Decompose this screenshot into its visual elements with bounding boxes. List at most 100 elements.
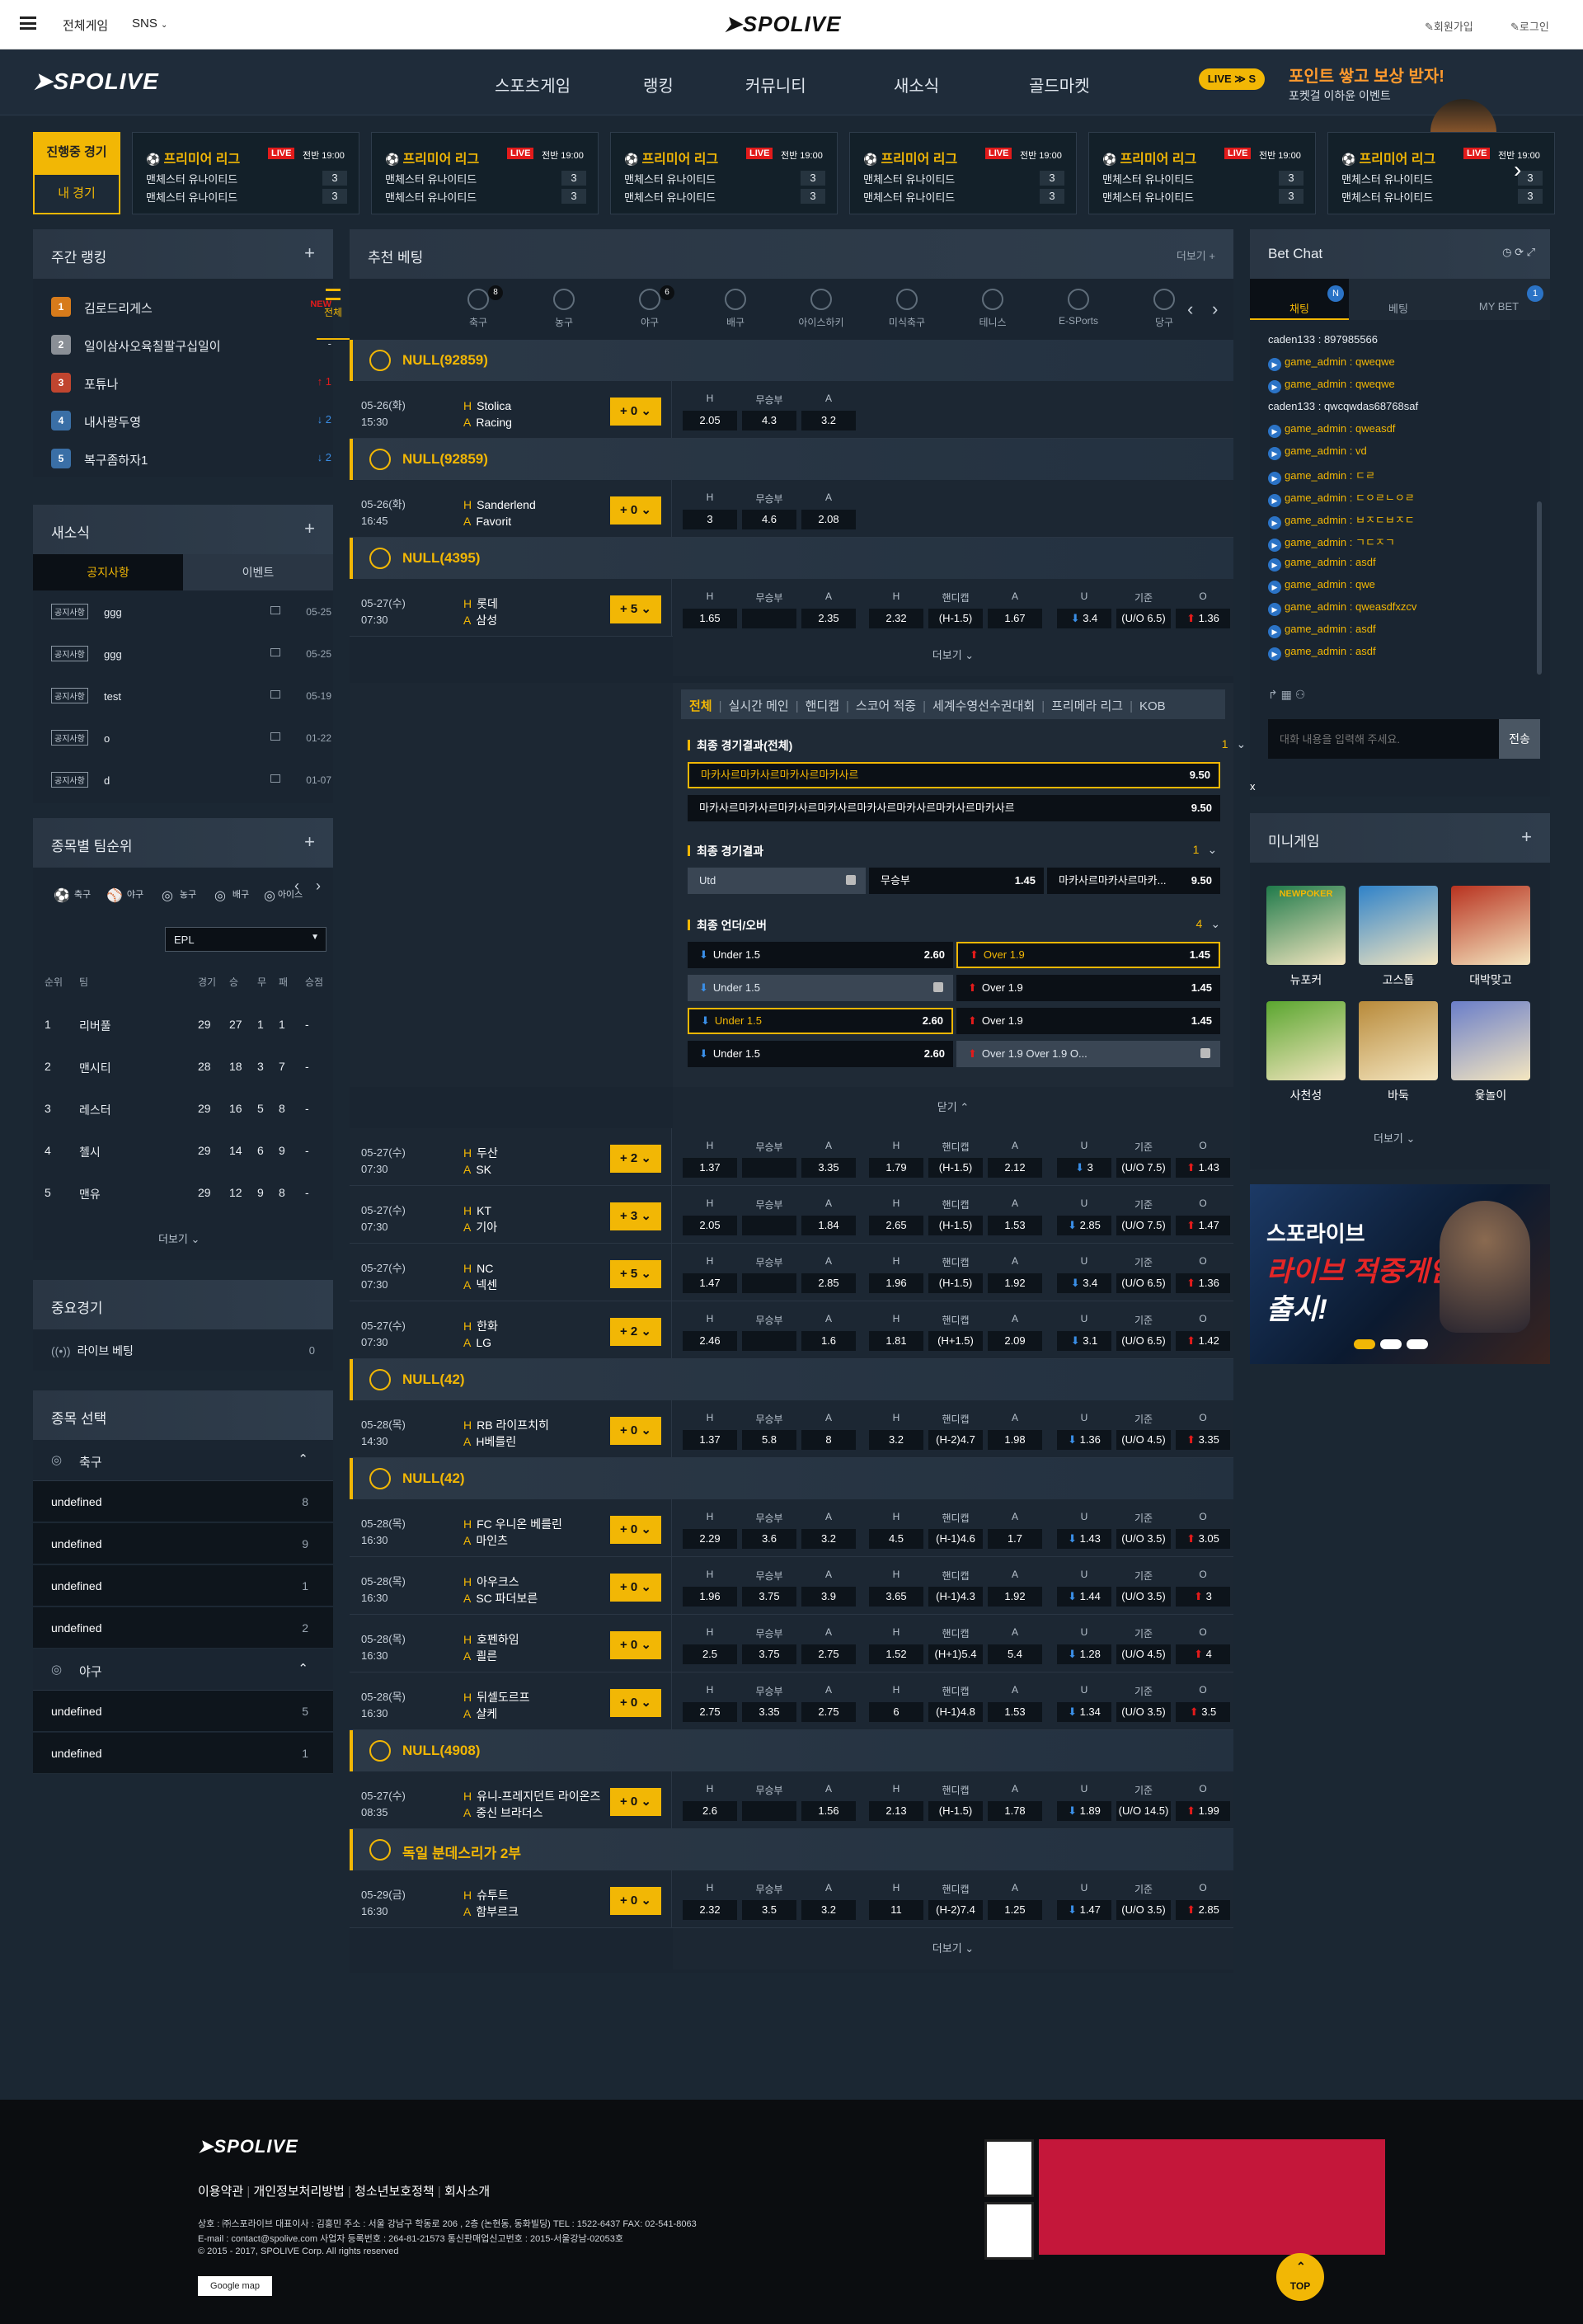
odds-cell[interactable]: 2.13: [869, 1801, 923, 1821]
all-games-link[interactable]: 전체게임: [63, 16, 108, 34]
over-option[interactable]: ⬆ Over 1.9 1.45: [956, 1008, 1220, 1034]
market-tab[interactable]: 전체: [689, 699, 712, 713]
live-pill-badge[interactable]: LIVE ≫ S: [1199, 68, 1265, 90]
tab-chat[interactable]: 채팅 N: [1250, 279, 1349, 320]
more-markets-button[interactable]: + 0 ⌄: [610, 1417, 661, 1445]
odds-cell[interactable]: 3.2: [801, 1529, 856, 1549]
plus-icon[interactable]: +: [1521, 826, 1532, 848]
footer-about-link[interactable]: 회사소개: [444, 2185, 490, 2199]
live-betting-link[interactable]: ((•)) 라이브 베팅: [51, 1343, 134, 1359]
live-match-card[interactable]: 프리미어 리그LIVE전반 19:00맨체스터 유나이티드3맨체스터 유나이티드…: [1088, 132, 1316, 214]
baseball-group[interactable]: ◎ 야구 ⌃: [33, 1649, 333, 1691]
news-row[interactable]: 공지사항 ggg 05-25: [51, 642, 331, 666]
mini-game-tile[interactable]: NEWPOKER 뉴포커: [1266, 886, 1346, 988]
odds-cell[interactable]: ⬇ 1.89: [1057, 1801, 1111, 1821]
news-row[interactable]: 공지사항 ggg 05-25: [51, 600, 331, 623]
odds-cell[interactable]: 1.52: [869, 1644, 923, 1664]
league-item[interactable]: undefined 1: [33, 1565, 333, 1607]
odds-cell[interactable]: 6: [869, 1702, 923, 1722]
nav-logo[interactable]: ➤SPOLIVE: [33, 68, 159, 95]
odds-cell[interactable]: ⬆ 3.35: [1176, 1430, 1230, 1450]
market-section-title[interactable]: 최종 경기결과(전체) 1 ⌄: [688, 737, 1246, 754]
plus-icon[interactable]: +: [304, 242, 315, 264]
banner-dot-3[interactable]: [1407, 1339, 1428, 1349]
market-section-title[interactable]: 최종 경기결과 1 ⌄: [688, 843, 1217, 859]
odds-cell[interactable]: ⬇ 3.4: [1057, 1273, 1111, 1293]
mini-game-tile[interactable]: 사천성: [1266, 1001, 1346, 1103]
odds-cell[interactable]: 2.05: [683, 1216, 737, 1235]
mini-more-link[interactable]: 더보기 ⌄: [1374, 1130, 1415, 1146]
odds-cell[interactable]: ⬇ 1.44: [1057, 1587, 1111, 1607]
sport-tab[interactable]: 전체: [317, 280, 350, 340]
odds-cell[interactable]: 4.6: [742, 510, 796, 529]
soccer-group[interactable]: ◎ 축구 ⌃: [33, 1440, 333, 1481]
odds-cell[interactable]: ⬇ 3: [1057, 1158, 1111, 1178]
odds-cell[interactable]: 3.9: [801, 1587, 856, 1607]
recommended-more-link[interactable]: 더보기 +: [1177, 247, 1215, 263]
nav-gold-market[interactable]: 골드마켓: [1029, 73, 1090, 96]
odds-cell[interactable]: 8: [801, 1430, 856, 1450]
odds-cell[interactable]: 4.3: [742, 411, 796, 430]
chat-control-icons[interactable]: ◷ ⟳ ⤢: [1502, 246, 1535, 259]
plus-icon[interactable]: +: [304, 831, 315, 853]
result-option[interactable]: 마카사르마카사르마카사르마카사르 9.50: [688, 762, 1220, 788]
result-option[interactable]: 마카사르마카사르마카사르마카사르마카사르마카사르마카사르마카사르 9.50: [688, 795, 1220, 821]
league-item[interactable]: undefined 8: [33, 1481, 333, 1522]
footer-logo[interactable]: ➤SPOLIVE: [198, 2136, 298, 2157]
odds-cell[interactable]: 5.8: [742, 1430, 796, 1450]
odds-cell[interactable]: 11: [869, 1900, 923, 1920]
odds-cell[interactable]: 1.96: [683, 1587, 737, 1607]
odds-cell[interactable]: ⬆ 1.43: [1176, 1158, 1230, 1178]
league-item[interactable]: undefined 9: [33, 1523, 333, 1564]
odds-cell[interactable]: 2.08: [801, 510, 856, 529]
market-section-title[interactable]: 최종 언더/오버 4 ⌄: [688, 917, 1220, 934]
odds-cell[interactable]: [742, 1801, 796, 1821]
live-match-card[interactable]: 프리미어 리그LIVE전반 19:00맨체스터 유나이티드3맨체스터 유나이티드…: [132, 132, 359, 214]
league-item[interactable]: undefined 2: [33, 1607, 333, 1649]
market-tab[interactable]: 프리메라 리그: [1051, 699, 1123, 713]
more-markets-button[interactable]: + 5 ⌄: [610, 595, 661, 623]
nav-sports-game[interactable]: 스포츠게임: [495, 73, 571, 96]
league-item[interactable]: undefined 5: [33, 1691, 333, 1732]
odds-cell[interactable]: 2.05: [683, 411, 737, 430]
odds-cell[interactable]: [742, 1273, 796, 1293]
market-tab[interactable]: 세계수영선수권대회: [932, 699, 1035, 713]
slider-next-icon[interactable]: ›: [1514, 157, 1521, 183]
under-option[interactable]: ⬇ Under 1.5 2.60: [688, 942, 953, 968]
odds-cell[interactable]: 3.2: [869, 1430, 923, 1450]
news-row[interactable]: 공지사항 o 01-22: [51, 727, 331, 750]
odds-cell[interactable]: 1.78: [988, 1801, 1042, 1821]
market-tab[interactable]: 스코어 적중: [856, 699, 916, 713]
odds-cell[interactable]: ⬇ 3.1: [1057, 1331, 1111, 1351]
odds-cell[interactable]: [742, 1216, 796, 1235]
under-option[interactable]: ⬇ Under 1.5 2.60: [688, 1008, 953, 1034]
odds-cell[interactable]: 2.6: [683, 1801, 737, 1821]
more-markets-button[interactable]: + 0 ⌄: [610, 1689, 661, 1717]
market-tab[interactable]: KOB: [1139, 699, 1166, 713]
more-markets-button[interactable]: + 5 ⌄: [610, 1260, 661, 1288]
banner-dot-2[interactable]: [1380, 1339, 1402, 1349]
under-option[interactable]: ⬇ Under 1.5: [688, 975, 953, 1001]
odds-cell[interactable]: 1.79: [869, 1158, 923, 1178]
banner-dot-1[interactable]: [1354, 1339, 1375, 1349]
hamburger-menu-icon[interactable]: [20, 16, 36, 30]
odds-cell[interactable]: 4.5: [869, 1529, 923, 1549]
sport-tab[interactable]: E-SPorts: [1036, 280, 1121, 340]
odds-cell[interactable]: 2.65: [869, 1216, 923, 1235]
odds-cell[interactable]: 1.6: [801, 1331, 856, 1351]
odds-cell[interactable]: ⬆ 3.5: [1176, 1702, 1230, 1722]
news-row[interactable]: 공지사항 test 05-19: [51, 684, 331, 708]
more-markets-button[interactable]: + 0 ⌄: [610, 1788, 661, 1816]
expand-more-button[interactable]: 더보기 ⌄: [673, 635, 1233, 676]
odds-cell[interactable]: 3.75: [742, 1644, 796, 1664]
nav-ranking[interactable]: 랭킹: [643, 73, 674, 96]
sport-tab[interactable]: 축구 8: [435, 280, 521, 340]
sport-tab[interactable]: 테니스: [950, 280, 1036, 340]
more-markets-button[interactable]: + 2 ⌄: [610, 1145, 661, 1173]
odds-cell[interactable]: ⬆ 1.36: [1176, 1273, 1230, 1293]
odds-cell[interactable]: 1.37: [683, 1158, 737, 1178]
footer-terms-link[interactable]: 이용약관: [198, 2185, 243, 2199]
odds-cell[interactable]: ⬆ 3.05: [1176, 1529, 1230, 1549]
odds-cell[interactable]: 1.37: [683, 1430, 737, 1450]
odds-cell[interactable]: 2.29: [683, 1529, 737, 1549]
